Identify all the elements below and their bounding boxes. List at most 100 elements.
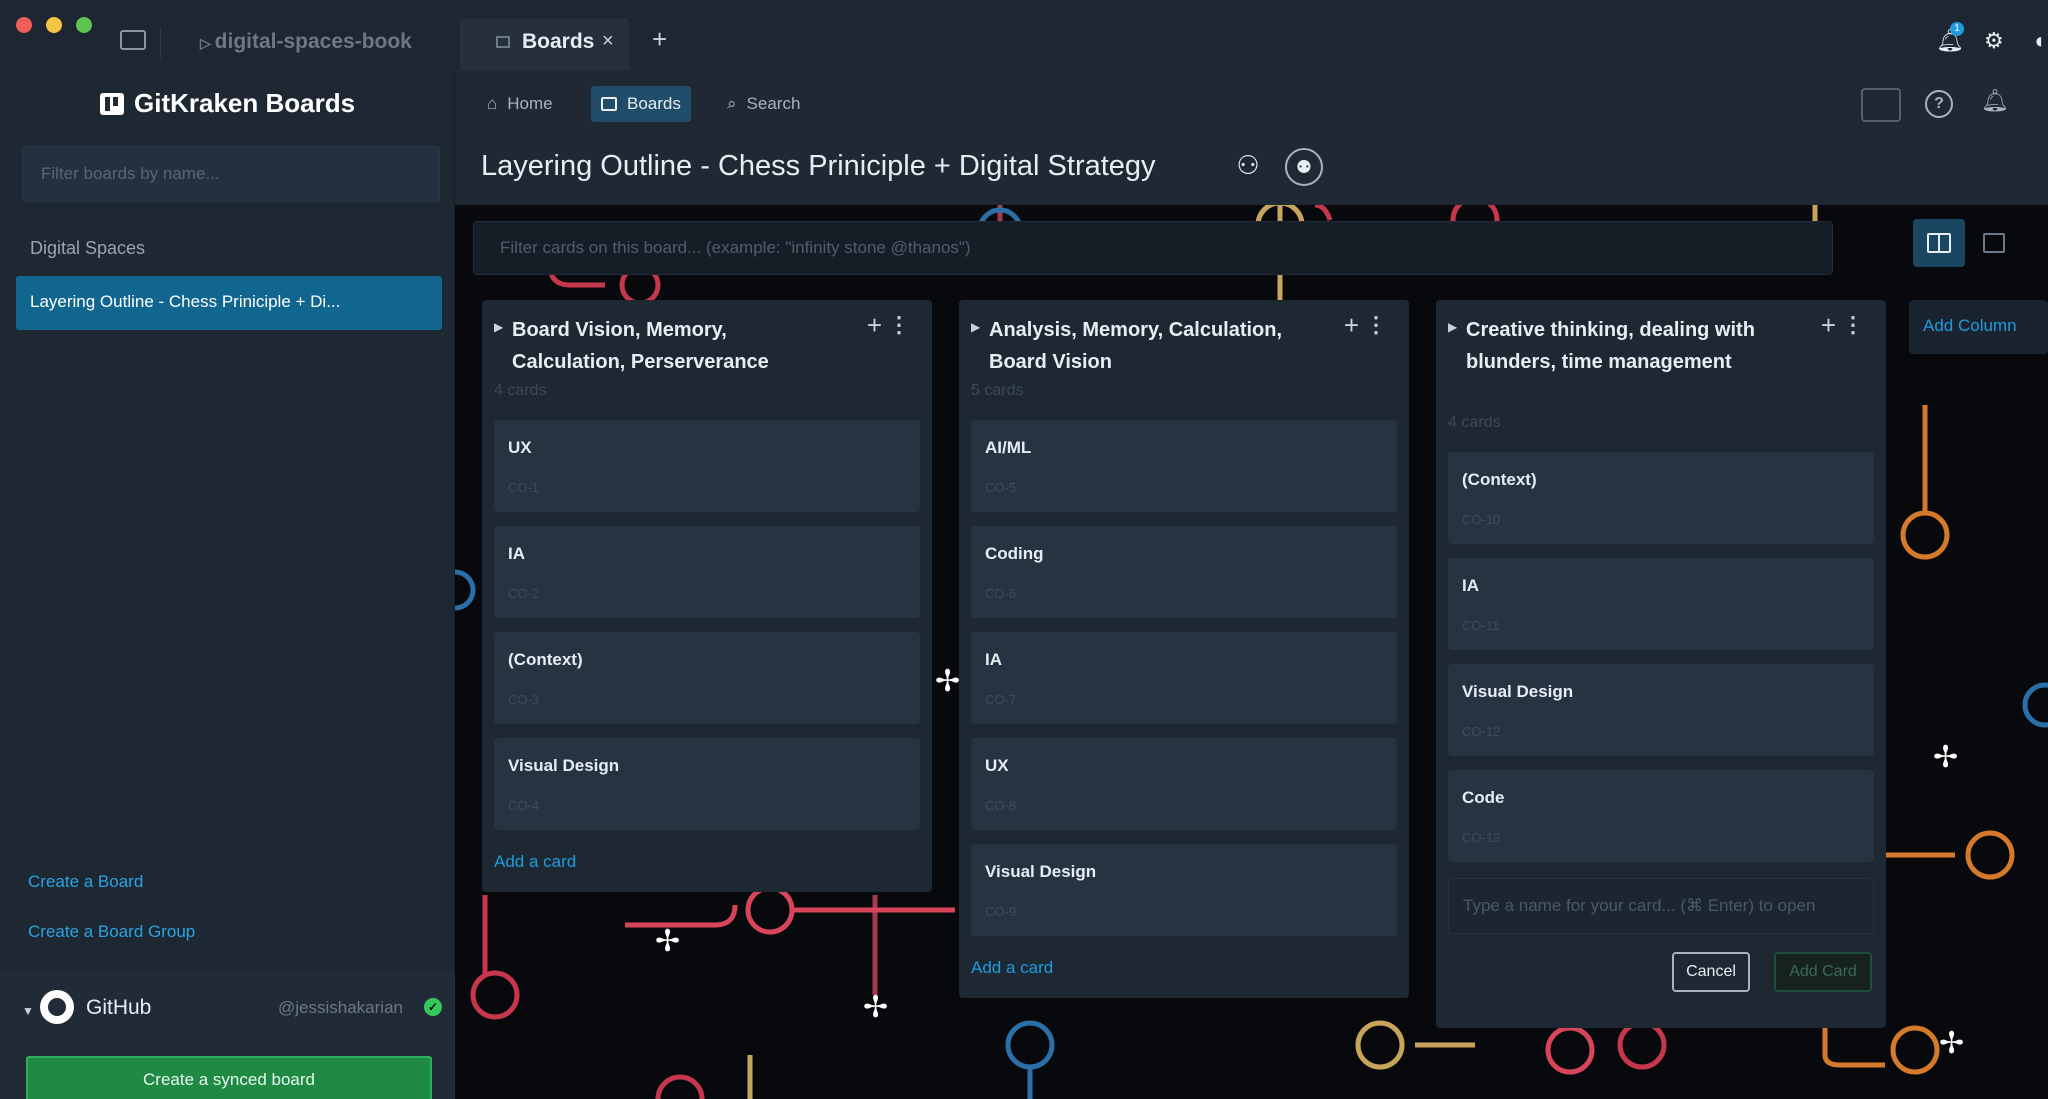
card[interactable]: IA CO-2	[494, 526, 920, 618]
card-id: CO-12	[1462, 724, 1501, 739]
card-title: (Context)	[508, 650, 583, 669]
column-title[interactable]: Analysis, Memory, Calculation, Board Vis…	[989, 314, 1319, 378]
play-icon: ▷	[200, 35, 215, 51]
card[interactable]: Visual Design CO-9	[971, 844, 1397, 936]
add-card-icon[interactable]: +	[867, 310, 882, 341]
card-title: IA	[508, 544, 525, 563]
nav-search[interactable]: ⌕ Search	[717, 86, 810, 122]
card[interactable]: UX CO-8	[971, 738, 1397, 830]
open-external-icon[interactable]	[1861, 88, 1901, 122]
add-card-link[interactable]: Add a card	[971, 958, 1053, 978]
bell-icon[interactable]: 🔔︎	[1981, 88, 2009, 114]
sidebar-item-active-board[interactable]: Layering Outline - Chess Priniciple + Di…	[16, 276, 442, 330]
maximize-window-button[interactable]	[76, 17, 92, 33]
calendar-view-button[interactable]	[1969, 219, 2021, 267]
nav-home[interactable]: ⌂ Home	[477, 86, 563, 122]
pipe-node	[1005, 1020, 1055, 1070]
filter-boards-input[interactable]	[22, 146, 440, 202]
nav-boards[interactable]: Boards	[591, 86, 691, 122]
card-id: CO-2	[508, 586, 540, 601]
board-area: ▶ Board Vision, Memory, Calculation, Per…	[455, 205, 2048, 1099]
add-member-icon[interactable]: ⚉	[1285, 148, 1323, 186]
tab-boards-label: Boards	[522, 30, 595, 53]
board-view-button[interactable]	[1913, 219, 1965, 267]
card[interactable]: IA CO-7	[971, 632, 1397, 724]
repo-tab-label: digital-spaces-book	[214, 30, 412, 53]
board-column: ▶ Creative thinking, dealing with blunde…	[1436, 300, 1886, 1028]
card[interactable]: IA CO-11	[1448, 558, 1874, 650]
add-card-button[interactable]: Add Card	[1774, 952, 1872, 992]
card-title: UX	[985, 756, 1009, 775]
collapse-column-icon[interactable]: ▶	[971, 320, 980, 334]
pipe-line	[625, 904, 738, 928]
title-bar: ▷ digital-spaces-book Boards × + 🔔︎ 1 ⚙︎…	[0, 0, 2048, 70]
pipe-node	[470, 970, 520, 1020]
filter-cards-input[interactable]	[473, 221, 1833, 275]
column-menu-icon[interactable]: ⋮	[1365, 312, 1387, 338]
card[interactable]: Coding CO-6	[971, 526, 1397, 618]
card-count: 5 cards	[971, 382, 1024, 399]
column-title[interactable]: Creative thinking, dealing with blunders…	[1466, 314, 1796, 378]
sparkle-icon: ✢	[935, 665, 961, 698]
tab-boards[interactable]: Boards ×	[460, 18, 630, 70]
cancel-button[interactable]: Cancel	[1672, 952, 1750, 992]
github-label[interactable]: GitHub	[86, 996, 151, 1020]
pipe-node	[1617, 1020, 1667, 1070]
pipe-node	[2022, 682, 2048, 728]
card-title: Visual Design	[508, 756, 620, 775]
new-card-name-input[interactable]	[1448, 878, 1874, 934]
card[interactable]: Visual Design CO-4	[494, 738, 920, 830]
new-tab-button[interactable]: +	[652, 26, 667, 52]
collapse-column-icon[interactable]: ▶	[494, 320, 503, 334]
folder-icon[interactable]	[120, 30, 146, 50]
gitkraken-boards-logo-icon	[100, 92, 124, 115]
github-username: @jessishakarian	[278, 998, 403, 1017]
board-icon	[601, 97, 617, 111]
card-title: Code	[1462, 788, 1505, 807]
collapse-column-icon[interactable]: ▶	[1448, 320, 1457, 334]
board-members-icon[interactable]: ⚇	[1229, 148, 1267, 186]
chevron-down-icon[interactable]: ▼	[22, 1004, 34, 1018]
card-id: CO-13	[1462, 830, 1501, 845]
card-count: 4 cards	[494, 382, 547, 399]
add-column-button[interactable]: Add Column	[1909, 300, 2048, 354]
card[interactable]: Visual Design CO-12	[1448, 664, 1874, 756]
minimize-window-button[interactable]	[46, 17, 62, 33]
help-icon[interactable]: ?	[1925, 90, 1953, 118]
pipe-node	[1900, 510, 1950, 560]
card[interactable]: (Context) CO-10	[1448, 452, 1874, 544]
card-id: CO-3	[508, 692, 540, 707]
create-board-group-link[interactable]: Create a Board Group	[28, 922, 195, 942]
column-title[interactable]: Board Vision, Memory, Calculation, Perse…	[512, 314, 842, 378]
connected-check-icon: ✓	[424, 998, 442, 1016]
create-synced-board-button[interactable]: Create a synced board	[26, 1056, 432, 1099]
search-icon: ⌕	[727, 94, 737, 113]
card[interactable]: (Context) CO-3	[494, 632, 920, 724]
repo-tab[interactable]: ▷ digital-spaces-book	[200, 30, 412, 54]
pipe-line	[1822, 1025, 1885, 1068]
github-icon	[40, 990, 74, 1024]
card[interactable]: AI/ML CO-5	[971, 420, 1397, 512]
gear-icon[interactable]: ⚙︎	[1984, 28, 2004, 54]
card-id: CO-8	[985, 798, 1017, 813]
board-title: Layering Outline - Chess Priniciple + Di…	[481, 150, 1156, 182]
sparkle-icon: ✢	[655, 925, 681, 958]
card-title: UX	[508, 438, 532, 457]
avatar[interactable]: ◖	[2032, 28, 2045, 54]
card[interactable]: Code CO-13	[1448, 770, 1874, 862]
add-card-link[interactable]: Add a card	[494, 852, 576, 872]
board-icon	[496, 36, 510, 48]
close-window-button[interactable]	[16, 17, 32, 33]
pipe-node	[1965, 830, 2015, 880]
card[interactable]: UX CO-1	[494, 420, 920, 512]
pipe-node	[1355, 1020, 1405, 1070]
card-title: Visual Design	[985, 862, 1097, 881]
column-menu-icon[interactable]: ⋮	[888, 312, 910, 338]
add-card-icon[interactable]: +	[1344, 310, 1359, 341]
card-title: Coding	[985, 544, 1044, 563]
close-tab-icon[interactable]: ×	[602, 30, 614, 53]
create-board-link[interactable]: Create a Board	[28, 872, 143, 892]
add-card-icon[interactable]: +	[1821, 310, 1836, 341]
column-menu-icon[interactable]: ⋮	[1842, 312, 1864, 338]
card-title: (Context)	[1462, 470, 1537, 489]
